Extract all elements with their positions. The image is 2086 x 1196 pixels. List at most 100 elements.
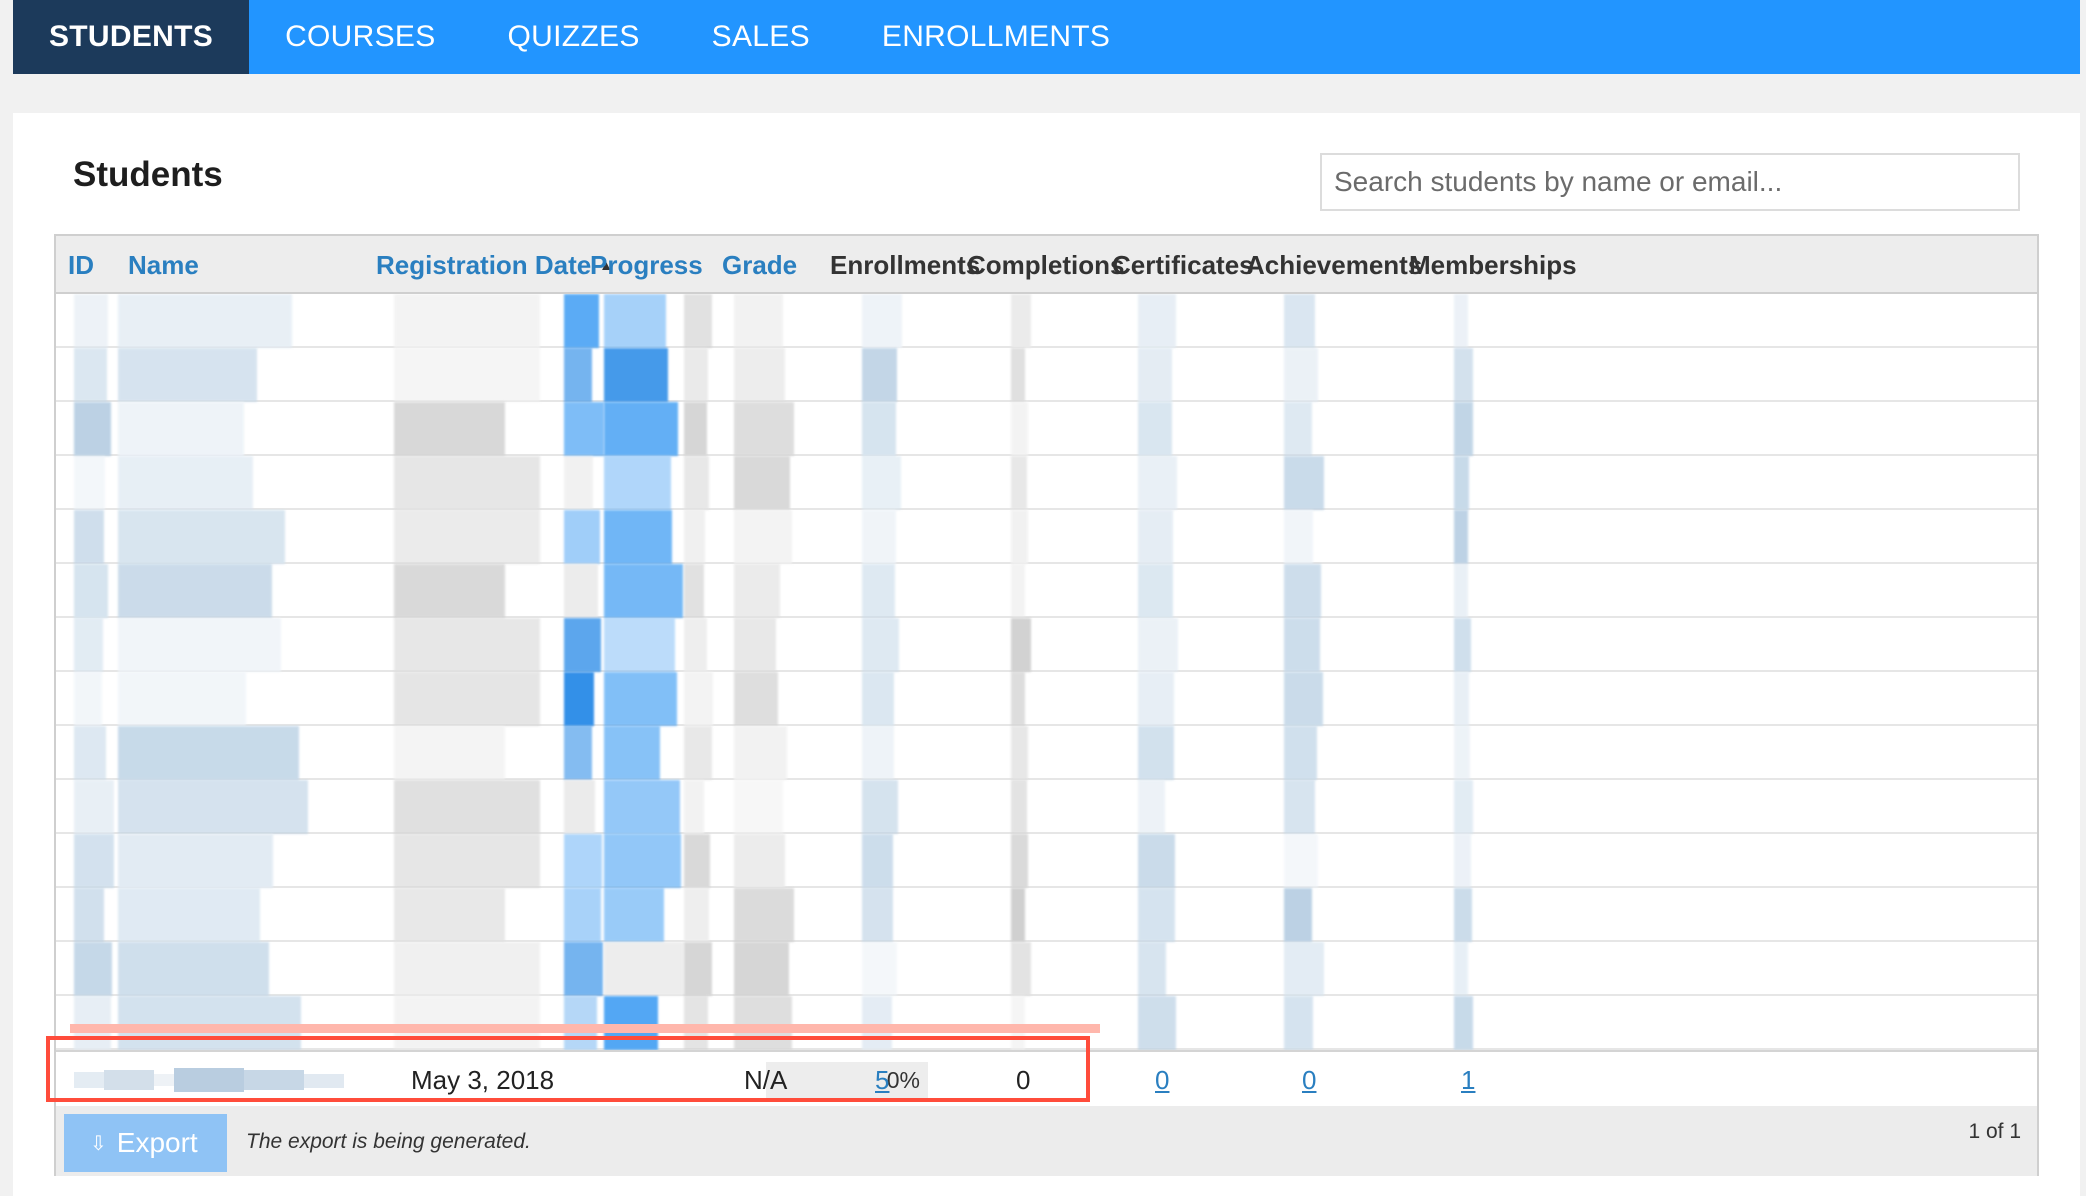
- redacted-cell: [118, 726, 299, 780]
- achievements-link[interactable]: 0: [1302, 1052, 1316, 1108]
- redacted-cell: [1454, 996, 1473, 1050]
- redacted-cell: [1284, 510, 1313, 564]
- redacted-cell: [74, 294, 108, 348]
- redacted-cell: [1138, 348, 1172, 402]
- redacted-cell: [1138, 672, 1174, 726]
- column-header-registration-date[interactable]: Registration Date ▲: [376, 236, 613, 294]
- redacted-cell: [564, 402, 604, 456]
- redacted-cell: [1011, 888, 1025, 942]
- redacted-cell: [604, 348, 668, 402]
- registration-date-label: Registration Date: [376, 250, 592, 280]
- download-icon: ⇩: [90, 1133, 107, 1155]
- redacted-cell: [734, 510, 792, 564]
- redacted-cell: [1284, 942, 1324, 996]
- column-header-progress[interactable]: Progress: [590, 236, 703, 294]
- redacted-cell: [394, 834, 540, 888]
- tab-courses[interactable]: COURSES: [249, 0, 471, 74]
- tab-sales[interactable]: SALES: [676, 0, 846, 74]
- redacted-cell: [74, 402, 111, 456]
- redacted-cell: [74, 942, 112, 996]
- column-header-name[interactable]: Name: [128, 236, 199, 294]
- redacted-cell: [564, 294, 599, 348]
- column-header-certificates: Certificates: [1112, 250, 1254, 280]
- redacted-cell: [684, 294, 712, 348]
- redacted-cell: [862, 672, 894, 726]
- redacted-table-row: [56, 564, 2037, 618]
- highlight-fringe: [70, 1024, 1100, 1033]
- redacted-cell: [394, 510, 540, 564]
- redacted-table-row: [56, 348, 2037, 402]
- tab-quizzes[interactable]: QUIZZES: [472, 0, 676, 74]
- pagination: 1 of 1: [1968, 1120, 2021, 1143]
- redacted-cell: [734, 672, 778, 726]
- redacted-cell: [1011, 726, 1028, 780]
- students-table: ID Name Registration Date ▲ Progress Grad…: [54, 234, 2039, 1176]
- redacted-cell: [394, 726, 505, 780]
- redacted-cell: [74, 726, 106, 780]
- redacted-cell: [734, 834, 785, 888]
- redacted-cell: [74, 780, 114, 834]
- redacted-cell: [1284, 834, 1318, 888]
- memberships-link[interactable]: 1: [1461, 1052, 1475, 1108]
- export-button[interactable]: ⇩ Export: [64, 1114, 227, 1172]
- redacted-cell: [684, 780, 704, 834]
- redacted-table-row: [56, 456, 2037, 510]
- redacted-cell: [862, 294, 902, 348]
- redacted-cell: [862, 726, 894, 780]
- column-header-id[interactable]: ID: [68, 236, 94, 294]
- redacted-cell: [734, 456, 790, 510]
- redacted-cell: [684, 672, 713, 726]
- redacted-cell: [684, 888, 709, 942]
- certificates-link[interactable]: 0: [1155, 1052, 1169, 1108]
- redacted-cell: [118, 402, 244, 456]
- search-input[interactable]: [1320, 153, 2020, 211]
- redacted-cell: [734, 348, 785, 402]
- redacted-cell: [564, 618, 601, 672]
- redacted-cell: [74, 348, 107, 402]
- redacted-cell: [1454, 510, 1468, 564]
- redacted-cell: [394, 780, 540, 834]
- tab-students[interactable]: STUDENTS: [13, 0, 250, 74]
- redacted-cell: [1284, 672, 1323, 726]
- column-header-grade[interactable]: Grade: [722, 236, 797, 294]
- redacted-cell: [1011, 348, 1025, 402]
- redacted-cell: [1284, 564, 1321, 618]
- redacted-cell: [862, 618, 899, 672]
- redacted-cell: [604, 834, 681, 888]
- redacted-cell: [118, 618, 281, 672]
- redacted-cell: [564, 834, 602, 888]
- redacted-cell: [684, 348, 708, 402]
- redacted-cell: [564, 348, 592, 402]
- redacted-cell: [564, 942, 603, 996]
- redacted-table-row: [56, 942, 2037, 996]
- redacted-cell: [1011, 672, 1025, 726]
- redacted-cell: [604, 456, 671, 510]
- redacted-cell: [1284, 456, 1324, 510]
- redacted-cell: [1454, 780, 1473, 834]
- redacted-cell: [118, 780, 308, 834]
- redacted-cell: [118, 294, 292, 348]
- column-header-enrollments: Enrollments: [830, 250, 981, 280]
- redacted-cell: [118, 456, 253, 510]
- redacted-cell: [118, 348, 257, 402]
- tab-enrollments[interactable]: ENROLLMENTS: [846, 0, 1146, 74]
- redacted-cell: [394, 672, 540, 726]
- redacted-cell: [564, 888, 601, 942]
- redacted-cell: [1284, 294, 1315, 348]
- redacted-cell: [118, 510, 285, 564]
- redacted-cell: [734, 726, 787, 780]
- redacted-cell: [734, 294, 783, 348]
- redacted-rows: [56, 294, 2037, 1050]
- redacted-cell: [684, 564, 704, 618]
- redacted-cell: [74, 564, 108, 618]
- redacted-cell: [734, 888, 794, 942]
- redacted-cell: [394, 888, 505, 942]
- redacted-cell: [684, 402, 707, 456]
- redacted-cell: [1138, 510, 1173, 564]
- redacted-cell: [862, 564, 895, 618]
- redacted-cell: [1454, 834, 1471, 888]
- redacted-cell: [118, 672, 246, 726]
- redacted-cell: [1011, 834, 1028, 888]
- redacted-cell: [394, 564, 505, 618]
- export-button-label: Export: [116, 1127, 198, 1158]
